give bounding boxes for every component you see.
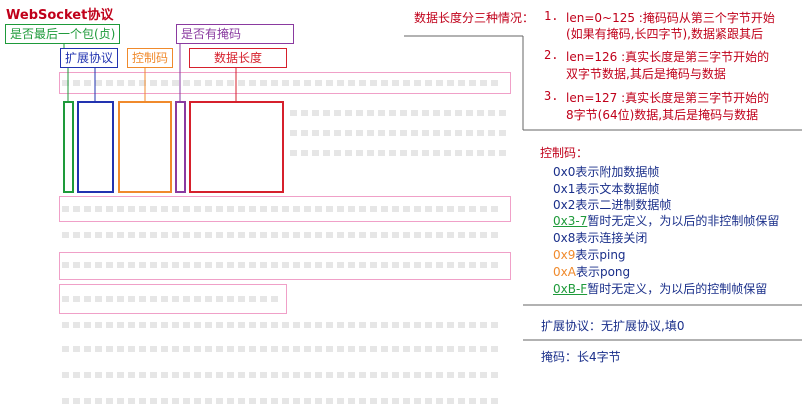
- opcode-item: 0xB-F暂时无定义，为以后的控制帧保留: [553, 280, 767, 297]
- opcode-desc: 表示文本数据帧: [575, 182, 660, 196]
- opcode-code: 0xB-F: [553, 282, 588, 296]
- opcode-item: 0x1表示文本数据帧: [553, 180, 659, 197]
- opcode-code: 0x2: [553, 198, 576, 212]
- opcode-item: 0x0表示附加数据帧: [553, 163, 659, 180]
- opcode-item: 0x2表示二进制数据帧: [553, 196, 671, 213]
- opcode-heading: 控制码：: [540, 146, 589, 160]
- mask-note: 掩码：长4字节: [541, 350, 621, 364]
- rsv-label: 扩展协议: [60, 48, 119, 68]
- case-2-line2: 双字节数据,其后是掩码与数据: [566, 67, 726, 81]
- opcode-desc: 暂时无定义，为以后的控制帧保留: [587, 282, 768, 296]
- case-3-line1: len=127 :真实长度是第三字节开始的: [566, 91, 770, 105]
- opcode-item: 0x9表示ping: [553, 246, 626, 263]
- opcode-item: 0xA表示pong: [553, 263, 630, 280]
- mask-label: 是否有掩码: [176, 24, 294, 44]
- length-heading: 数据长度分三种情况：: [414, 11, 535, 25]
- opcode-desc: 表示连接关闭: [575, 231, 648, 245]
- opcode-desc: 表示ping: [575, 248, 626, 262]
- opcode-desc: 表示pong: [575, 265, 631, 279]
- payload-len-label: 数据长度: [189, 48, 287, 68]
- case-2-number: 2.: [544, 48, 559, 62]
- case-1-line1: len=0~125 :掩码码从第三个字节开始: [566, 11, 775, 25]
- opcode-code: 0x8: [553, 231, 576, 245]
- opcode-desc: 表示附加数据帧: [575, 165, 660, 179]
- case-1-number: 1.: [544, 9, 559, 23]
- case-3-number: 3.: [544, 89, 559, 103]
- rsv-note: 扩展协议：无扩展协议,填0: [541, 319, 685, 333]
- opcode-item: 0x3-7暂时无定义，为以后的非控制帧保留: [553, 212, 779, 229]
- opcode-code: 0xA: [553, 265, 576, 279]
- fin-label: 是否最后一个包(贞): [5, 24, 121, 44]
- opcode-code: 0x9: [553, 248, 576, 262]
- case-2-line1: len=126 :真实长度是第三字节开始的: [566, 50, 770, 64]
- opcode-code: 0x3-7: [553, 214, 588, 228]
- case-1-line2: (如果有掩码,长四字节),数据紧跟其后: [566, 27, 763, 41]
- case-3-line2: 8字节(64位)数据,其后是掩码与数据: [566, 108, 759, 122]
- opcode-code: 0x0: [553, 165, 576, 179]
- opcode-desc: 表示二进制数据帧: [575, 198, 672, 212]
- opcode-item: 0x8表示连接关闭: [553, 229, 647, 246]
- opcode-code: 0x1: [553, 182, 576, 196]
- opcode-desc: 暂时无定义，为以后的非控制帧保留: [587, 214, 780, 228]
- opcode-label: 控制码: [127, 48, 174, 68]
